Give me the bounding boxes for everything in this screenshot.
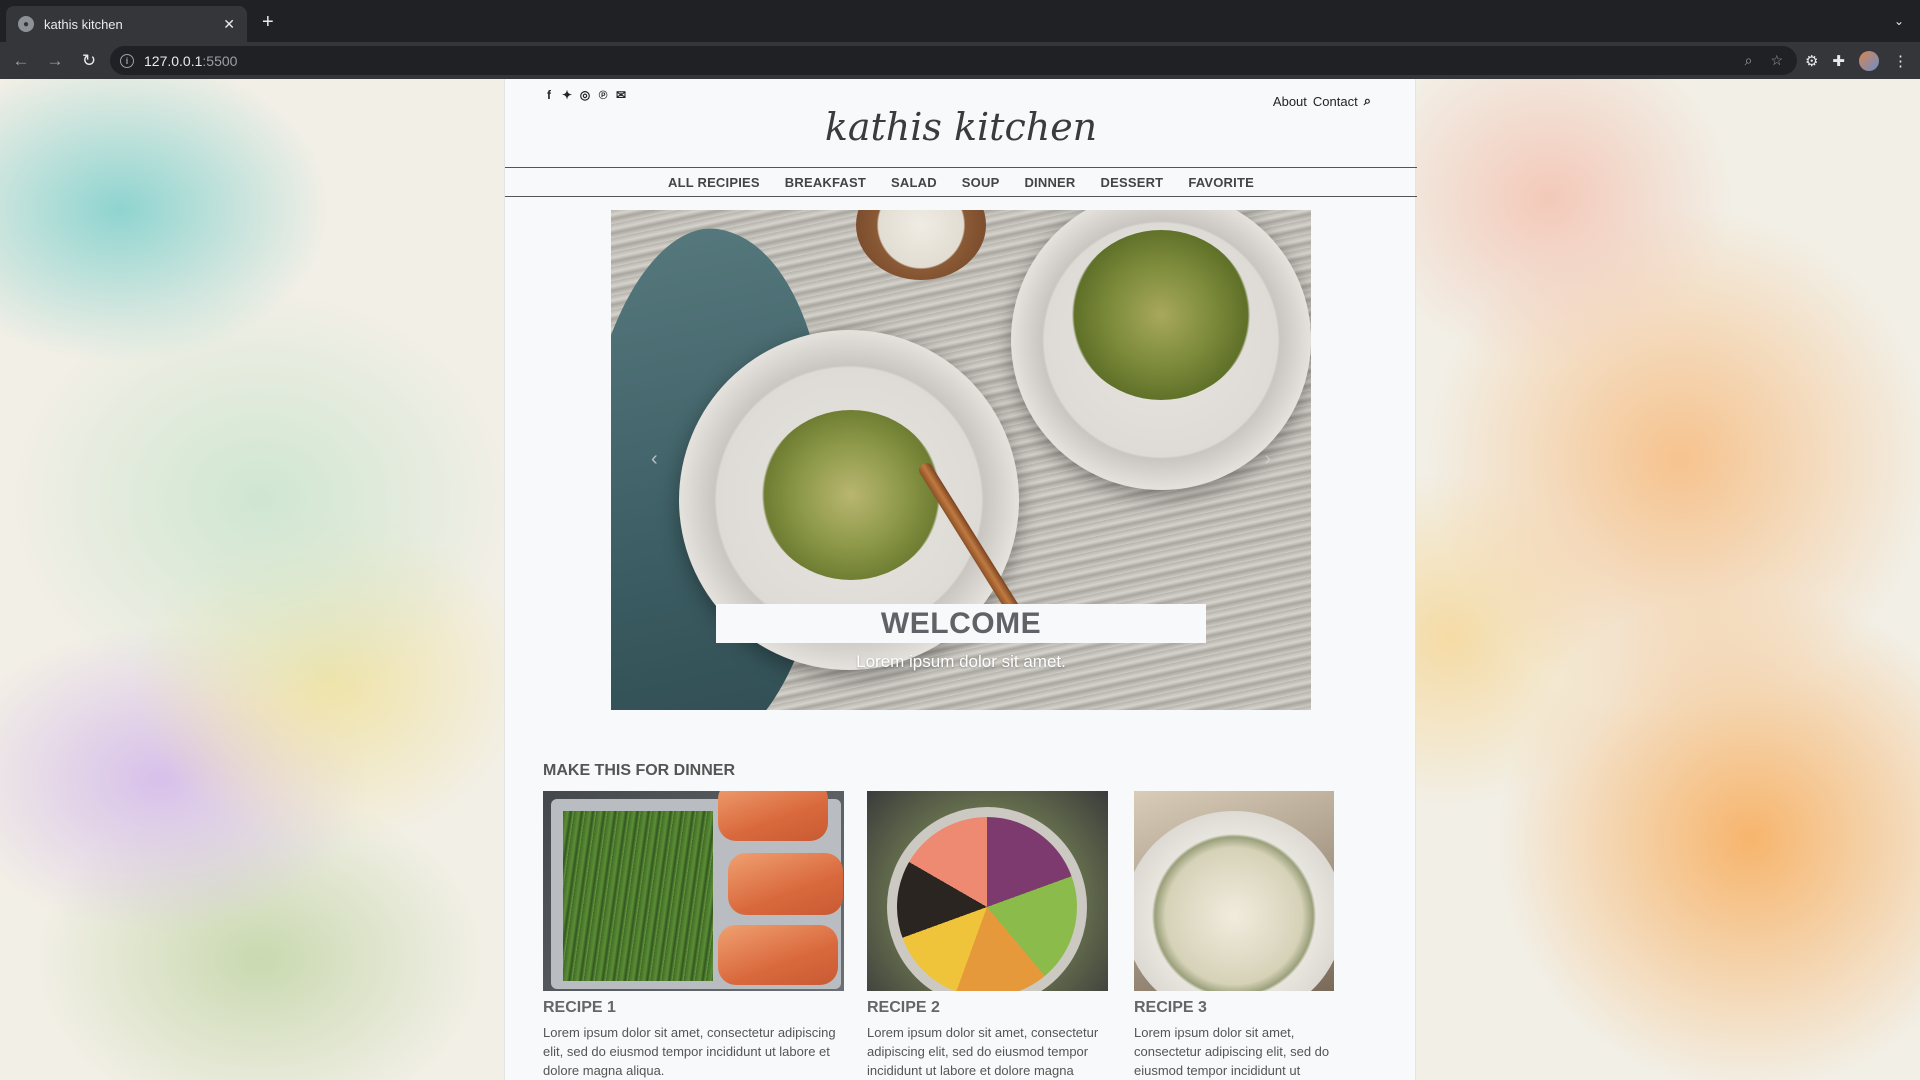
image-bowl (887, 807, 1087, 991)
url-text: 127.0.0.1:5500 (144, 53, 237, 69)
browser-tab-strip: ● kathis kitchen ✕ + ⌄ (0, 0, 1920, 42)
recipe-title[interactable]: RECIPE 3 (1134, 999, 1334, 1017)
recipe-card[interactable]: RECIPE 3 Lorem ipsum dolor sit amet, con… (1134, 791, 1334, 1080)
category-nav: ALL RECIPIES BREAKFAST SALAD SOUP DINNER… (505, 167, 1417, 197)
instagram-icon[interactable]: ◎ (579, 89, 591, 101)
pinterest-icon[interactable]: ℗ (597, 89, 609, 101)
nav-dinner[interactable]: DINNER (1024, 175, 1075, 190)
page-viewport: f ✦ ◎ ℗ ✉ About Contact ⌕ kathis kitchen… (0, 79, 1920, 1080)
globe-icon: ● (18, 16, 34, 32)
carousel-prev-icon[interactable]: ‹ (651, 448, 658, 471)
image-salmon-1 (718, 791, 828, 841)
carousel-caption: WELCOME (716, 604, 1206, 643)
nav-favorite[interactable]: FAVORITE (1188, 175, 1254, 190)
nav-soup[interactable]: SOUP (962, 175, 1000, 190)
url-port: :5500 (202, 52, 238, 69)
recipe-text: Lorem ipsum dolor sit amet, consectetur … (543, 1025, 836, 1078)
carousel-title: WELCOME (880, 606, 1042, 640)
site-logo[interactable]: kathis kitchen (505, 105, 1417, 149)
image-pasta-right (1071, 230, 1251, 400)
carousel-subtitle: Lorem ipsum dolor sit amet. (856, 652, 1066, 671)
nav-salad[interactable]: SALAD (891, 175, 937, 190)
info-icon[interactable]: i (120, 53, 134, 68)
facebook-icon[interactable]: f (543, 89, 555, 101)
carousel-next-icon[interactable]: › (1264, 448, 1271, 471)
nav-breakfast[interactable]: BREAKFAST (785, 175, 866, 190)
nav-all-recipies[interactable]: ALL RECIPIES (668, 175, 760, 190)
extension-icon[interactable]: ⚙ (1805, 52, 1818, 70)
image-salmon-3 (718, 925, 838, 985)
chevron-down-icon[interactable]: ⌄ (1894, 14, 1904, 28)
close-icon[interactable]: ✕ (223, 17, 235, 31)
browser-toolbar: ← → ↻ i 127.0.0.1:5500 ⌕ ☆ ⚙ ✚ ⋮ (0, 42, 1920, 79)
recipe-image[interactable] (1134, 791, 1334, 991)
menu-icon[interactable]: ⋮ (1893, 52, 1908, 70)
recipe-text: Lorem ipsum dolor sit amet, consectetur … (1134, 1025, 1330, 1078)
image-asparagus (563, 811, 713, 981)
recipe-title[interactable]: RECIPE 2 (867, 999, 1108, 1017)
hero-carousel[interactable]: ‹ › WELCOME Lorem ipsum dolor sit amet. (611, 210, 1311, 710)
recipe-title[interactable]: RECIPE 1 (543, 999, 844, 1017)
recipe-image[interactable] (867, 791, 1108, 991)
email-icon[interactable]: ✉ (615, 89, 627, 101)
browser-tab[interactable]: ● kathis kitchen ✕ (6, 6, 247, 42)
tab-title: kathis kitchen (44, 16, 123, 32)
new-tab-icon[interactable]: + (262, 12, 274, 32)
forward-icon[interactable]: → (42, 51, 68, 71)
back-icon[interactable]: ← (8, 51, 34, 71)
recipe-image[interactable] (543, 791, 844, 991)
puzzle-icon[interactable]: ✚ (1832, 52, 1845, 70)
zoom-icon[interactable]: ⌕ (1745, 52, 1753, 69)
star-icon[interactable]: ☆ (1770, 52, 1783, 69)
site-container: f ✦ ◎ ℗ ✉ About Contact ⌕ kathis kitchen… (504, 79, 1417, 1080)
recipe-card[interactable]: RECIPE 1 Lorem ipsum dolor sit amet, con… (543, 791, 844, 1080)
image-salmon-2 (728, 853, 843, 915)
nav-dessert[interactable]: DESSERT (1101, 175, 1164, 190)
social-links: f ✦ ◎ ℗ ✉ (543, 89, 627, 101)
twitter-icon[interactable]: ✦ (561, 89, 573, 101)
reload-icon[interactable]: ↻ (76, 51, 102, 71)
url-host: 127.0.0.1 (144, 52, 203, 69)
address-bar[interactable]: i 127.0.0.1:5500 ⌕ ☆ (110, 46, 1797, 75)
recipe-card[interactable]: RECIPE 2 Lorem ipsum dolor sit amet, con… (867, 791, 1108, 1080)
image-pasta-left (761, 410, 941, 580)
section-title: MAKE THIS FOR DINNER (543, 762, 735, 779)
recipe-text: Lorem ipsum dolor sit amet, consectetur … (867, 1025, 1099, 1078)
image-risotto (1134, 811, 1334, 991)
profile-avatar[interactable] (1859, 51, 1879, 71)
